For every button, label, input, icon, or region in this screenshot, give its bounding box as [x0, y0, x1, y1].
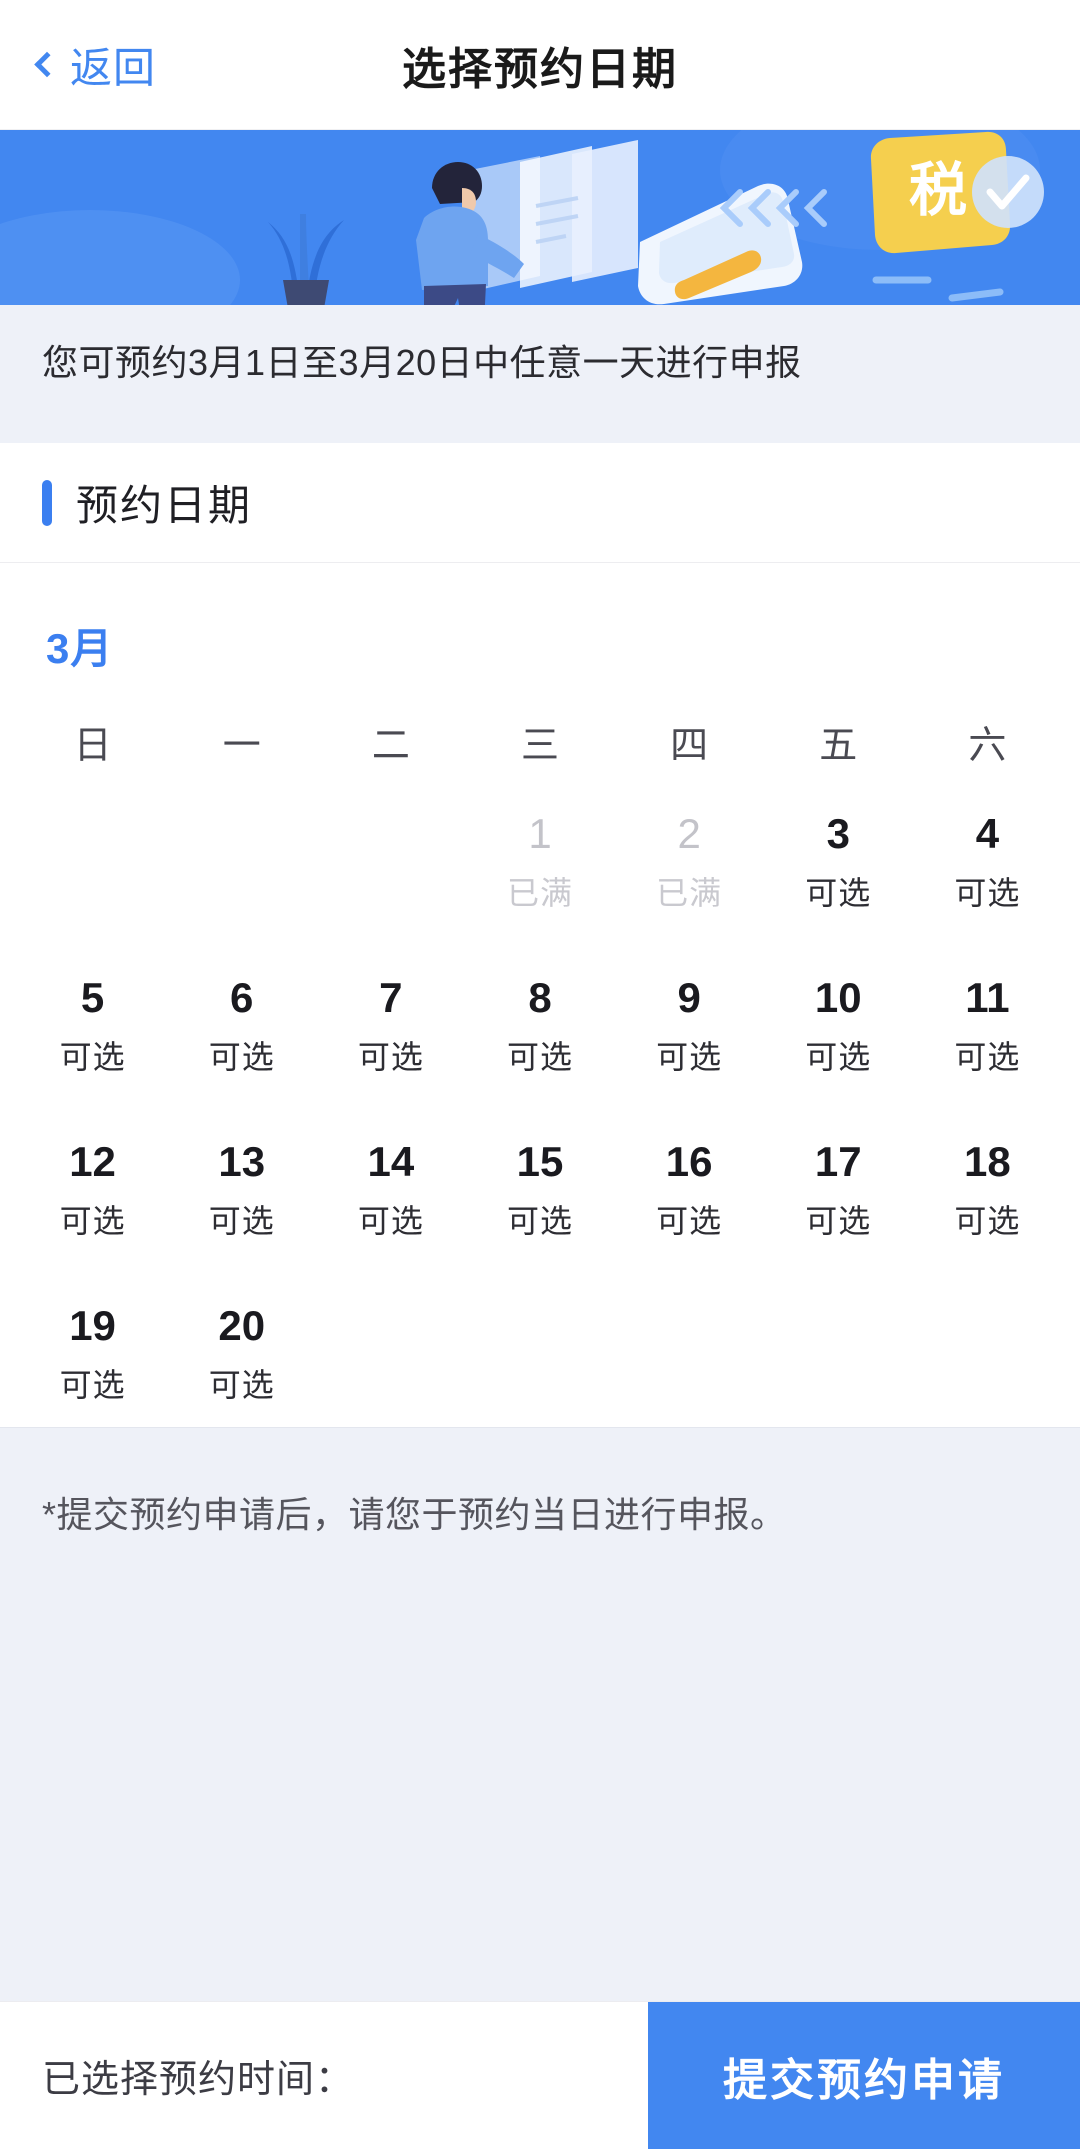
calendar-day-7[interactable]: 7 可选 — [316, 951, 465, 1099]
day-status-label: 可选 — [954, 875, 1021, 912]
calendar-day-17[interactable]: 17 可选 — [764, 1115, 913, 1263]
day-status-label: 可选 — [954, 1203, 1021, 1240]
calendar-day-19[interactable]: 19 可选 — [18, 1279, 167, 1427]
day-status-label: 可选 — [805, 1039, 872, 1076]
day-number: 15 — [516, 1137, 564, 1185]
weekday-label-5: 五 — [819, 725, 858, 767]
calendar-day-12[interactable]: 12 可选 — [18, 1115, 167, 1263]
day-number: 14 — [367, 1137, 415, 1185]
day-status-label: 可选 — [506, 1039, 573, 1076]
day-number: 17 — [814, 1137, 862, 1185]
submit-appointment-button[interactable]: 提交预约申请 — [648, 2002, 1080, 2149]
page-title: 选择预约日期 — [402, 44, 678, 94]
day-status-label: 可选 — [656, 1203, 723, 1240]
day-status-label: 可选 — [59, 1039, 126, 1076]
day-status-label: 可选 — [357, 1203, 424, 1240]
day-status-label: 可选 — [506, 1203, 573, 1240]
day-status-label: 已满 — [506, 875, 573, 912]
calendar-day-15[interactable]: 15 可选 — [465, 1115, 614, 1263]
calendar-day-4[interactable]: 4 可选 — [913, 787, 1062, 935]
calendar-day-11[interactable]: 11 可选 — [913, 951, 1062, 1099]
calendar-day-grid: 1 已满 2 已满 3 可选 4 可选 5 可选 6 可选 7 可选 8 可选 9 可选 10 可选 11 可选 12 可选 1… — [18, 787, 1062, 1427]
bottom-action-bar: 已选择预约时间： 提交预约申请 — [0, 2001, 1080, 2149]
banner-illustration: 税 — [0, 130, 1080, 305]
day-status-label: 可选 — [208, 1203, 275, 1240]
day-number: 20 — [218, 1301, 266, 1349]
calendar-day-18[interactable]: 18 可选 — [913, 1115, 1062, 1263]
day-status-label: 可选 — [805, 875, 872, 912]
day-status-label: 可选 — [357, 1039, 424, 1076]
check-circle-icon — [972, 156, 1044, 228]
calendar-day-9[interactable]: 9 可选 — [615, 951, 764, 1099]
day-number: 18 — [964, 1137, 1011, 1185]
navigation-bar: 选择预约日期 返回 — [0, 0, 1080, 130]
day-number: 2 — [677, 809, 701, 857]
back-button-label: 返回 — [70, 44, 157, 91]
calendar: 3月 日一二三四五六 1 已满 2 已满 3 可选 4 可选 5 可选 6 可选 7 可选 8 可选 9 可选 10… — [0, 563, 1080, 1427]
calendar-day-10[interactable]: 10 可选 — [764, 951, 913, 1099]
weekday-label-0: 日 — [73, 725, 112, 767]
day-number: 11 — [965, 973, 1010, 1021]
month-label: 3月 — [46, 625, 114, 672]
day-status-label: 可选 — [208, 1367, 275, 1404]
notice-strip: 您可预约3月1日至3月20日中任意一天进行申报 — [0, 305, 1080, 415]
day-status-label: 可选 — [954, 1039, 1021, 1076]
spacer-strip — [0, 415, 1080, 443]
day-number: 8 — [528, 973, 552, 1021]
day-number: 7 — [379, 973, 403, 1021]
weekday-header-row: 日一二三四五六 — [18, 714, 1062, 787]
day-number: 3 — [826, 809, 850, 857]
day-number: 10 — [814, 973, 862, 1021]
day-status-label: 已满 — [656, 875, 723, 912]
day-status-label: 可选 — [59, 1367, 126, 1404]
day-number: 5 — [80, 973, 105, 1021]
calendar-day-1: 1 已满 — [465, 787, 614, 935]
chevron-left-icon — [34, 51, 60, 78]
day-number: 1 — [528, 809, 552, 857]
svg-text:税: 税 — [909, 158, 967, 223]
day-number: 16 — [665, 1137, 713, 1185]
selected-time-label: 已选择预约时间： — [42, 2059, 355, 2101]
weekday-label-2: 二 — [371, 725, 410, 767]
calendar-day-2: 2 已满 — [615, 787, 764, 935]
weekday-label-1: 一 — [222, 725, 261, 767]
calendar-day-20[interactable]: 20 可选 — [167, 1279, 316, 1427]
day-number: 13 — [218, 1137, 266, 1185]
day-number: 12 — [69, 1137, 116, 1185]
hero-banner: 税 — [0, 130, 1080, 305]
day-status-label: 可选 — [805, 1203, 872, 1240]
calendar-day-16[interactable]: 16 可选 — [615, 1115, 764, 1263]
accent-bar-icon — [42, 479, 52, 526]
weekday-label-6: 六 — [968, 725, 1007, 767]
footnote-text: *提交预约申请后，请您于预约当日进行申报。 — [42, 1494, 787, 1535]
day-status-label: 可选 — [208, 1039, 275, 1076]
calendar-day-8[interactable]: 8 可选 — [465, 951, 614, 1099]
day-number: 4 — [975, 809, 1000, 857]
calendar-day-14[interactable]: 14 可选 — [316, 1115, 465, 1263]
section-title: 预约日期 — [76, 482, 253, 529]
calendar-day-5[interactable]: 5 可选 — [18, 951, 167, 1099]
calendar-day-13[interactable]: 13 可选 — [167, 1115, 316, 1263]
calendar-day-6[interactable]: 6 可选 — [167, 951, 316, 1099]
day-number: 9 — [677, 973, 701, 1021]
selected-time-display: 已选择预约时间： — [0, 2002, 648, 2149]
footnote-panel: *提交预约申请后，请您于预约当日进行申报。 — [0, 1427, 1080, 2001]
weekday-label-3: 三 — [520, 725, 559, 767]
day-number: 6 — [230, 973, 254, 1021]
day-status-label: 可选 — [656, 1039, 723, 1076]
day-status-label: 可选 — [59, 1203, 126, 1240]
notice-text: 您可预约3月1日至3月20日中任意一天进行申报 — [42, 342, 802, 383]
calendar-day-3[interactable]: 3 可选 — [764, 787, 913, 935]
day-number: 19 — [69, 1301, 116, 1349]
back-button[interactable]: 返回 — [34, 34, 157, 95]
weekday-label-4: 四 — [670, 725, 709, 767]
app-screen: 选择预约日期 返回 税 您可预约3月1日至3月20日中任意一天进行申报 预约日期… — [0, 0, 1080, 2149]
section-header-appointment-date: 预约日期 — [0, 443, 1080, 563]
